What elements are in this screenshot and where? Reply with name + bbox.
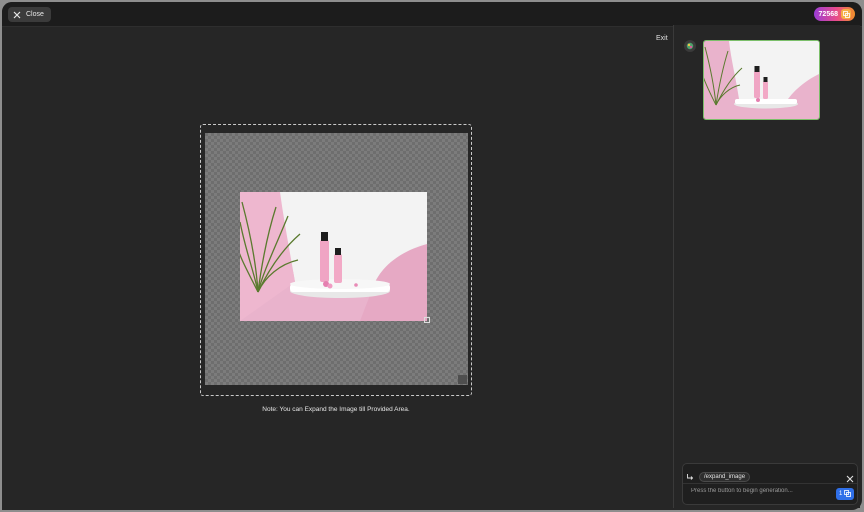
prompt-input[interactable] (691, 488, 831, 494)
coins-icon (841, 9, 851, 19)
command-chip[interactable]: /expand_image (699, 472, 751, 482)
close-label: Close (26, 11, 44, 18)
exit-button[interactable]: Exit (656, 35, 668, 42)
credits-badge[interactable]: 72568 (813, 7, 855, 21)
image-resize-handle[interactable] (424, 317, 430, 323)
close-button[interactable]: Close (8, 7, 51, 22)
generate-cost: 1 (839, 491, 843, 497)
clear-command-button[interactable] (846, 470, 854, 488)
coins-icon (844, 489, 852, 499)
prompt-divider (683, 483, 857, 484)
result-thumbnail[interactable] (703, 40, 820, 120)
source-image[interactable] (240, 192, 427, 321)
top-bar: Close 72568 (2, 2, 862, 27)
credits-count: 72568 (818, 10, 838, 18)
expand-note: Note: You can Expand the Image till Prov… (262, 406, 410, 413)
close-icon (846, 470, 854, 487)
generator-avatar-icon (684, 40, 696, 52)
close-icon (13, 11, 21, 19)
generate-button[interactable]: 1 (836, 488, 855, 500)
expand-corner-handle[interactable] (458, 375, 467, 384)
